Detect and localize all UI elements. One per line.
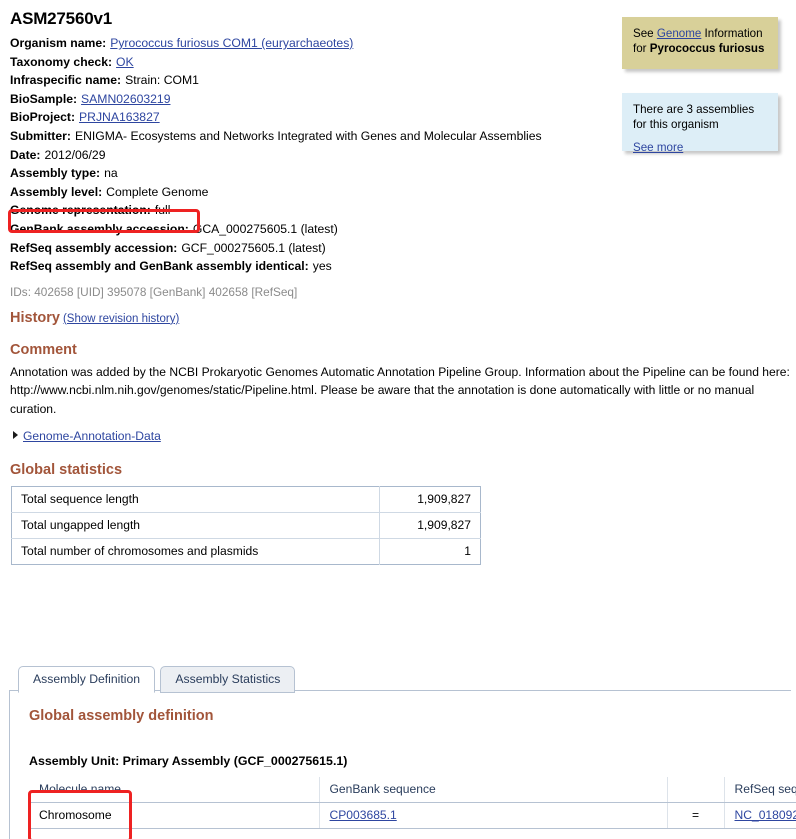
meta-value: na [104,166,118,181]
table-row: Total sequence length 1,909,827 [11,486,481,514]
cell-molecule-name: Chromosome [29,802,320,829]
global-statistics-section: Global statistics Total sequence length … [0,462,796,566]
meta-value: ENIGMA- Ecosystems and Networks Integrat… [74,128,542,143]
stat-value: 1,909,827 [379,486,481,514]
tab-assembly-statistics[interactable]: Assembly Statistics [160,666,296,693]
meta-label: Date: [10,147,41,162]
stat-value: 1,909,827 [379,512,481,540]
meta-label: Organism name: [10,36,107,50]
column-header-relationship [667,777,725,803]
meta-value: full [154,203,171,218]
tab-assembly-definition[interactable]: Assembly Definition [18,666,156,693]
global-statistics-table: Total sequence length 1,909,827 Total un… [11,486,481,566]
history-heading-label: History [10,309,60,326]
table-row: Total ungapped length 1,909,827 [11,512,481,540]
meta-label: Taxonomy check: [10,54,113,69]
cell-relationship: = [667,802,725,829]
meta-value: 2012/06/29 [44,147,106,162]
comment-text: Annotation was added by the NCBI Prokary… [10,364,790,416]
stat-name: Total number of chromosomes and plasmids [21,544,259,559]
global-statistics-heading: Global statistics [10,462,123,479]
global-assembly-definition-heading: Global assembly definition [29,708,214,724]
meta-label: GenBank assembly accession: [10,221,189,236]
meta-value: GCF_000275605.1 (latest) [181,240,326,255]
triangle-right-icon[interactable] [13,431,18,440]
genome-box-prefix: See [633,27,657,40]
meta-row-assembly-level: Assembly level: Complete Genome [10,183,796,202]
meta-label: RefSeq assembly and GenBank assembly ide… [10,259,309,274]
biosample-link[interactable]: SAMN02603219 [81,92,170,106]
assembly-sequence-table: Molecule name GenBank sequence RefSeq se… [29,777,796,829]
cell-refseq-sequence: NC_018092.1 [724,802,796,829]
genome-info-box: See Genome Information for Pyrococcus fu… [622,17,778,69]
column-header-refseq-sequence: RefSeq sequence [724,777,796,803]
genbank-sequence-link[interactable]: CP003685.1 [330,808,397,822]
meta-label: BioSample: [10,91,78,106]
assemblies-count-text: There are 3 assemblies for this organism [633,103,755,131]
taxonomy-check-link[interactable]: OK [116,55,134,69]
history-heading: History (Show revision history) [10,310,796,326]
meta-value: OK [112,55,134,69]
meta-row-assembly-type: Assembly type: na [10,164,796,183]
see-more-link[interactable]: See more [633,140,767,155]
meta-value: Complete Genome [106,184,209,199]
meta-value: SAMN02603219 [77,92,170,106]
show-revision-history-link[interactable]: (Show revision history) [60,313,179,325]
meta-row-genome-representation: Genome representation: full [10,201,796,220]
column-header-genbank-sequence: GenBank sequence [319,777,668,803]
meta-row-infraspecific-name: Infraspecific name: Strain: COM1 [10,71,796,90]
genome-annotation-data-row[interactable]: Genome-Annotation-Data [13,429,796,443]
genome-annotation-data-link[interactable]: Genome-Annotation-Data [23,429,161,443]
table-row: Chromosome CP003685.1 = NC_018092.1 [29,802,796,829]
meta-label: BioProject: [10,110,76,125]
meta-value: GCA_000275605.1 (latest) [192,221,338,236]
assembly-record-page: ASM27560v1 Organism name: Pyrococcus furi… [0,9,796,839]
stat-name: Total sequence length [11,486,380,514]
ids-line: IDs: 402658 [UID] 395078 [GenBank] 40265… [10,284,298,299]
tab-strip: Assembly Definition Assembly Statistics [9,662,791,693]
comment-heading: Comment [10,341,77,358]
organism-name-link[interactable]: Pyrococcus furiosus COM1 (euryarchaeotes… [110,36,353,50]
genome-box-organism: Pyrococcus furiosus [649,42,765,55]
stat-value: 1 [379,538,481,565]
history-section: History (Show revision history) [0,310,796,326]
meta-label: RefSeq assembly accession: [10,240,178,255]
bioproject-link[interactable]: PRJNA163827 [79,110,160,124]
cell-genbank-sequence: CP003685.1 [319,802,668,829]
refseq-sequence-link[interactable]: NC_018092.1 [735,808,796,822]
meta-row-genbank-assembly-accession: GenBank assembly accession: GCA_000275605… [10,220,796,239]
meta-label: Assembly level: [10,184,103,199]
meta-value: Pyrococcus furiosus COM1 (euryarchaeotes… [106,36,353,50]
meta-row-refseq-assembly-accession: RefSeq assembly accession: GCF_000275605.… [10,239,796,258]
assemblies-count-box: There are 3 assemblies for this organism… [622,93,778,154]
comment-section: Comment Annotation was added by the NCBI… [0,342,796,444]
assembly-unit-label: Assembly Unit: Primary Assembly (GCF_000… [29,754,348,768]
meta-label: Submitter: [10,128,71,143]
meta-label: Infraspecific name: [10,73,122,88]
meta-value: Strain: COM1 [125,73,199,88]
table-header-row: Molecule name GenBank sequence RefSeq se… [29,777,796,803]
meta-row-refseq-genbank-identical: RefSeq assembly and GenBank assembly ide… [10,257,796,276]
meta-label: Assembly type: [10,166,101,181]
assembly-definition-panel: Global assembly definition Assembly Unit… [9,691,796,839]
genome-link[interactable]: Genome [657,27,701,40]
assembly-tabs-area: Assembly Definition Assembly Statistics … [9,662,796,839]
stat-name: Total ungapped length [11,512,380,540]
column-header-molecule-name: Molecule name [29,777,320,803]
meta-value: PRJNA163827 [75,110,160,124]
meta-value: yes [312,259,332,274]
table-row: Total number of chromosomes and plasmids… [12,538,481,565]
meta-label: Genome representation: [10,203,151,218]
